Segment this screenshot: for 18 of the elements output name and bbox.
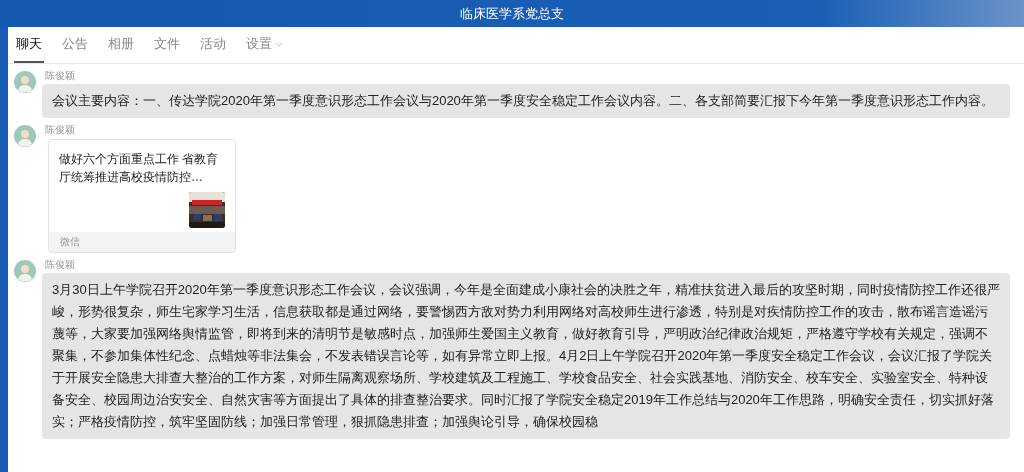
avatar[interactable] — [14, 71, 36, 93]
tab[interactable]: 聊天 — [14, 35, 44, 63]
sender-name: 陈俊颖 — [45, 259, 76, 271]
sender-name: 陈俊颖 — [45, 124, 76, 136]
message-bubble: 3月30日上午学院召开2020年第一季度意识形态工作会议，会议强调，今年是全面建成小康社会的决胜之年，精准扶贫进入最后的攻坚时期，同时疫情防控工作还很严峻，形势很复杂，师生宅家学习生活，信息获取都是通过网络，要警惕西方敌对势力利用网络对高校师生进行渗透，特别是对疾情防控工作的攻击，散布谣言造谣污蔑等，大家要加强网络舆情监管，即将到来的清明节是敏感时点，加强师生爱国主义教育，做好教育引导，严明政治纪律政治规矩，严格遵守学校有关规定，强调不聚集，不参加集体性纪念、点蜡烛等非法集会，不发表错误言论等，如有异常立即上报。4月2日上午学院召开2020年第一季度安全稳定工作会议，会议汇报了学院关于开展安全隐患大排查大整治的工作方案，对师生隔离观察场所、学校建筑及工程施工、学校食品安全、社会实践基地、消防安全、校车安全、实验室安全、特种设备安全、校园周边治安安全、自然灾害等方面提出了具体的排查整治要求。同时汇报了学院安全稳定2019年工作总结与2020年工作思路，明确安全责任，切实抓好落实；严格疫情防控，筑牢坚固防线；加强日常管理，狠抓隐患排查；加强舆论引导，确保校园稳 — [42, 273, 1010, 439]
message-bubble: 会议主要内容：一、传达学院2020年第一季度意识形态工作会议与2020年第一季度安全稳定工作会议内容。二、各支部简要汇报下今年第一季度意识形态工作内容。 — [42, 84, 1010, 118]
tab[interactable]: 相册 — [106, 35, 136, 63]
tab[interactable]: 活动 — [198, 35, 228, 63]
link-title: 做好六个方面重点工作 省教育厅统筹推进高校疫情防控… — [59, 151, 220, 186]
link-source: 微信 — [49, 232, 235, 252]
avatar[interactable] — [14, 260, 36, 282]
sender-name: 陈俊颖 — [45, 70, 76, 82]
avatar[interactable] — [14, 125, 36, 147]
tab[interactable]: 公告 — [60, 35, 90, 63]
tab[interactable]: 设置 — [244, 35, 285, 63]
window-title: 临床医学系党总支 — [460, 4, 564, 23]
link-card[interactable]: 做好六个方面重点工作 省教育厅统筹推进高校疫情防控… 微信 — [48, 139, 236, 253]
tab[interactable]: 文件 — [152, 35, 182, 63]
